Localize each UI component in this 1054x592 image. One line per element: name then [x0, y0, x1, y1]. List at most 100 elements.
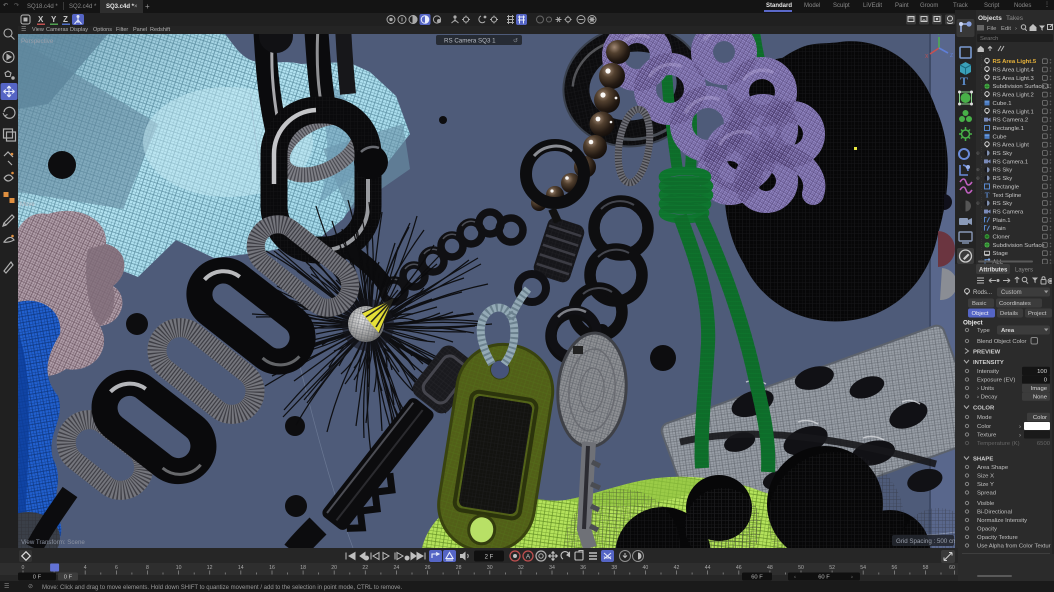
- svg-text:⋮: ⋮: [979, 122, 984, 128]
- svg-text:Details: Details: [1000, 311, 1018, 317]
- svg-text:22: 22: [362, 565, 368, 571]
- svg-text:Area Shape: Area Shape: [977, 465, 1009, 471]
- svg-text:Rectangle: Rectangle: [993, 184, 1020, 190]
- svg-text:Coordinates: Coordinates: [999, 301, 1031, 307]
- svg-text:Opacity: Opacity: [977, 527, 997, 533]
- svg-text:⋮: ⋮: [979, 105, 984, 111]
- svg-text:Image: Image: [1031, 386, 1048, 392]
- svg-text:⋮: ⋮: [979, 55, 984, 61]
- svg-text:⋮: ⋮: [979, 180, 984, 186]
- svg-text:RS Sky: RS Sky: [993, 168, 1013, 174]
- svg-text:Visible: Visible: [977, 501, 995, 507]
- svg-text:⋮: ⋮: [979, 80, 984, 86]
- svg-text:100: 100: [1037, 369, 1048, 375]
- svg-text:Plain.1: Plain.1: [993, 218, 1011, 224]
- svg-text:Cloner: Cloner: [993, 235, 1010, 241]
- svg-text:Search: Search: [980, 36, 998, 42]
- svg-text:Mode: Mode: [977, 415, 992, 421]
- svg-text:Move: Move: [20, 202, 35, 208]
- svg-text:30: 30: [487, 565, 493, 571]
- svg-text:Basic: Basic: [972, 301, 986, 307]
- svg-text:Project: Project: [1028, 311, 1047, 317]
- svg-text:60 F: 60 F: [818, 575, 830, 581]
- svg-text:Subdivision Surface.1: Subdivision Surface.1: [993, 84, 1050, 90]
- svg-text:6500: 6500: [1037, 441, 1051, 447]
- svg-text:Edit: Edit: [1001, 26, 1011, 32]
- svg-text:14: 14: [238, 565, 244, 571]
- svg-text:RS Camera: RS Camera: [993, 210, 1024, 216]
- svg-text:36: 36: [580, 565, 586, 571]
- svg-text:Y: Y: [51, 15, 57, 24]
- svg-text:RS Area Light.2: RS Area Light.2: [993, 93, 1034, 99]
- svg-text:RS Area Light: RS Area Light: [993, 143, 1030, 149]
- svg-text:None: None: [1033, 395, 1048, 401]
- svg-text:RS Camera SQ3 1: RS Camera SQ3 1: [444, 38, 496, 45]
- svg-text:Perspective: Perspective: [21, 38, 54, 45]
- svg-text:RS Sky: RS Sky: [993, 151, 1013, 157]
- svg-text:RS Area Light.5: RS Area Light.5: [993, 59, 1037, 65]
- svg-text:⋮: ⋮: [979, 231, 984, 237]
- svg-text:⋮: ⋮: [979, 89, 984, 95]
- svg-text:42: 42: [674, 565, 680, 571]
- svg-text:Use Alpha from Color Textur: Use Alpha from Color Textur: [977, 544, 1051, 550]
- svg-text:Z: Z: [950, 53, 953, 59]
- svg-text:Normalize Intensity: Normalize Intensity: [977, 518, 1027, 524]
- svg-text:⋮: ⋮: [979, 222, 984, 228]
- svg-text:SHAPE: SHAPE: [973, 457, 993, 463]
- svg-text:8: 8: [146, 565, 149, 571]
- svg-text:Text Spline: Text Spline: [993, 193, 1023, 199]
- svg-text:Grid Spacing : 500 cm: Grid Spacing : 500 cm: [896, 538, 955, 545]
- svg-text:24: 24: [394, 565, 400, 571]
- svg-text:12: 12: [207, 565, 213, 571]
- svg-text:⋮: ⋮: [979, 64, 984, 70]
- svg-text:⋮: ⋮: [979, 155, 984, 161]
- svg-text:0: 0: [22, 565, 25, 571]
- svg-text:RS Area Light.4: RS Area Light.4: [993, 68, 1035, 74]
- svg-text:Color: Color: [977, 424, 991, 430]
- svg-text:Area: Area: [1001, 328, 1015, 334]
- svg-text:60 F: 60 F: [751, 575, 763, 581]
- svg-text:› Units: › Units: [977, 386, 994, 392]
- svg-text:54: 54: [860, 565, 866, 571]
- svg-text:RS Sky: RS Sky: [993, 176, 1013, 182]
- svg-text:50: 50: [798, 565, 804, 571]
- svg-text:52: 52: [829, 565, 835, 571]
- svg-text:⋮: ⋮: [979, 139, 984, 145]
- svg-text:RS Sky: RS Sky: [993, 201, 1013, 207]
- svg-text:Cube.1: Cube.1: [993, 101, 1012, 107]
- svg-text:20: 20: [331, 565, 337, 571]
- svg-text:Object: Object: [963, 320, 983, 327]
- svg-text:0 F: 0 F: [33, 575, 42, 581]
- svg-text:Rods...: Rods...: [973, 290, 992, 296]
- svg-text:Z: Z: [63, 15, 68, 24]
- svg-text:Layers: Layers: [1015, 268, 1033, 274]
- svg-text:Exposure (EV): Exposure (EV): [977, 378, 1015, 384]
- svg-text:Texture: Texture: [977, 433, 997, 439]
- svg-text:28: 28: [456, 565, 462, 571]
- svg-text:X: X: [38, 15, 44, 24]
- svg-text:46: 46: [736, 565, 742, 571]
- svg-text:Type: Type: [977, 328, 990, 334]
- svg-text:⋮: ⋮: [979, 114, 984, 120]
- svg-text:INTENSITY: INTENSITY: [973, 360, 1004, 366]
- svg-text:40: 40: [643, 565, 649, 571]
- svg-text:Object: Object: [972, 311, 989, 317]
- svg-text:File: File: [987, 26, 996, 32]
- svg-text:T: T: [985, 192, 990, 200]
- svg-text:Stage: Stage: [993, 251, 1009, 257]
- svg-text:Subdivision Surface: Subdivision Surface: [993, 243, 1046, 249]
- svg-text:⋮: ⋮: [979, 72, 984, 78]
- svg-text:58: 58: [923, 565, 929, 571]
- svg-text:RS Area Light.1: RS Area Light.1: [993, 109, 1034, 115]
- svg-text:› Decay: › Decay: [977, 395, 997, 401]
- svg-text:38: 38: [611, 565, 617, 571]
- svg-text:Intensity: Intensity: [977, 369, 999, 375]
- svg-text:⋮: ⋮: [979, 214, 984, 220]
- svg-text:A: A: [526, 554, 531, 561]
- svg-text:2 F: 2 F: [485, 555, 494, 561]
- svg-text:⋮: ⋮: [979, 247, 984, 253]
- svg-text:26: 26: [425, 565, 431, 571]
- svg-text:Takes: Takes: [1006, 15, 1024, 22]
- svg-text:›: ›: [1019, 425, 1021, 431]
- svg-text:Plain: Plain: [993, 226, 1006, 232]
